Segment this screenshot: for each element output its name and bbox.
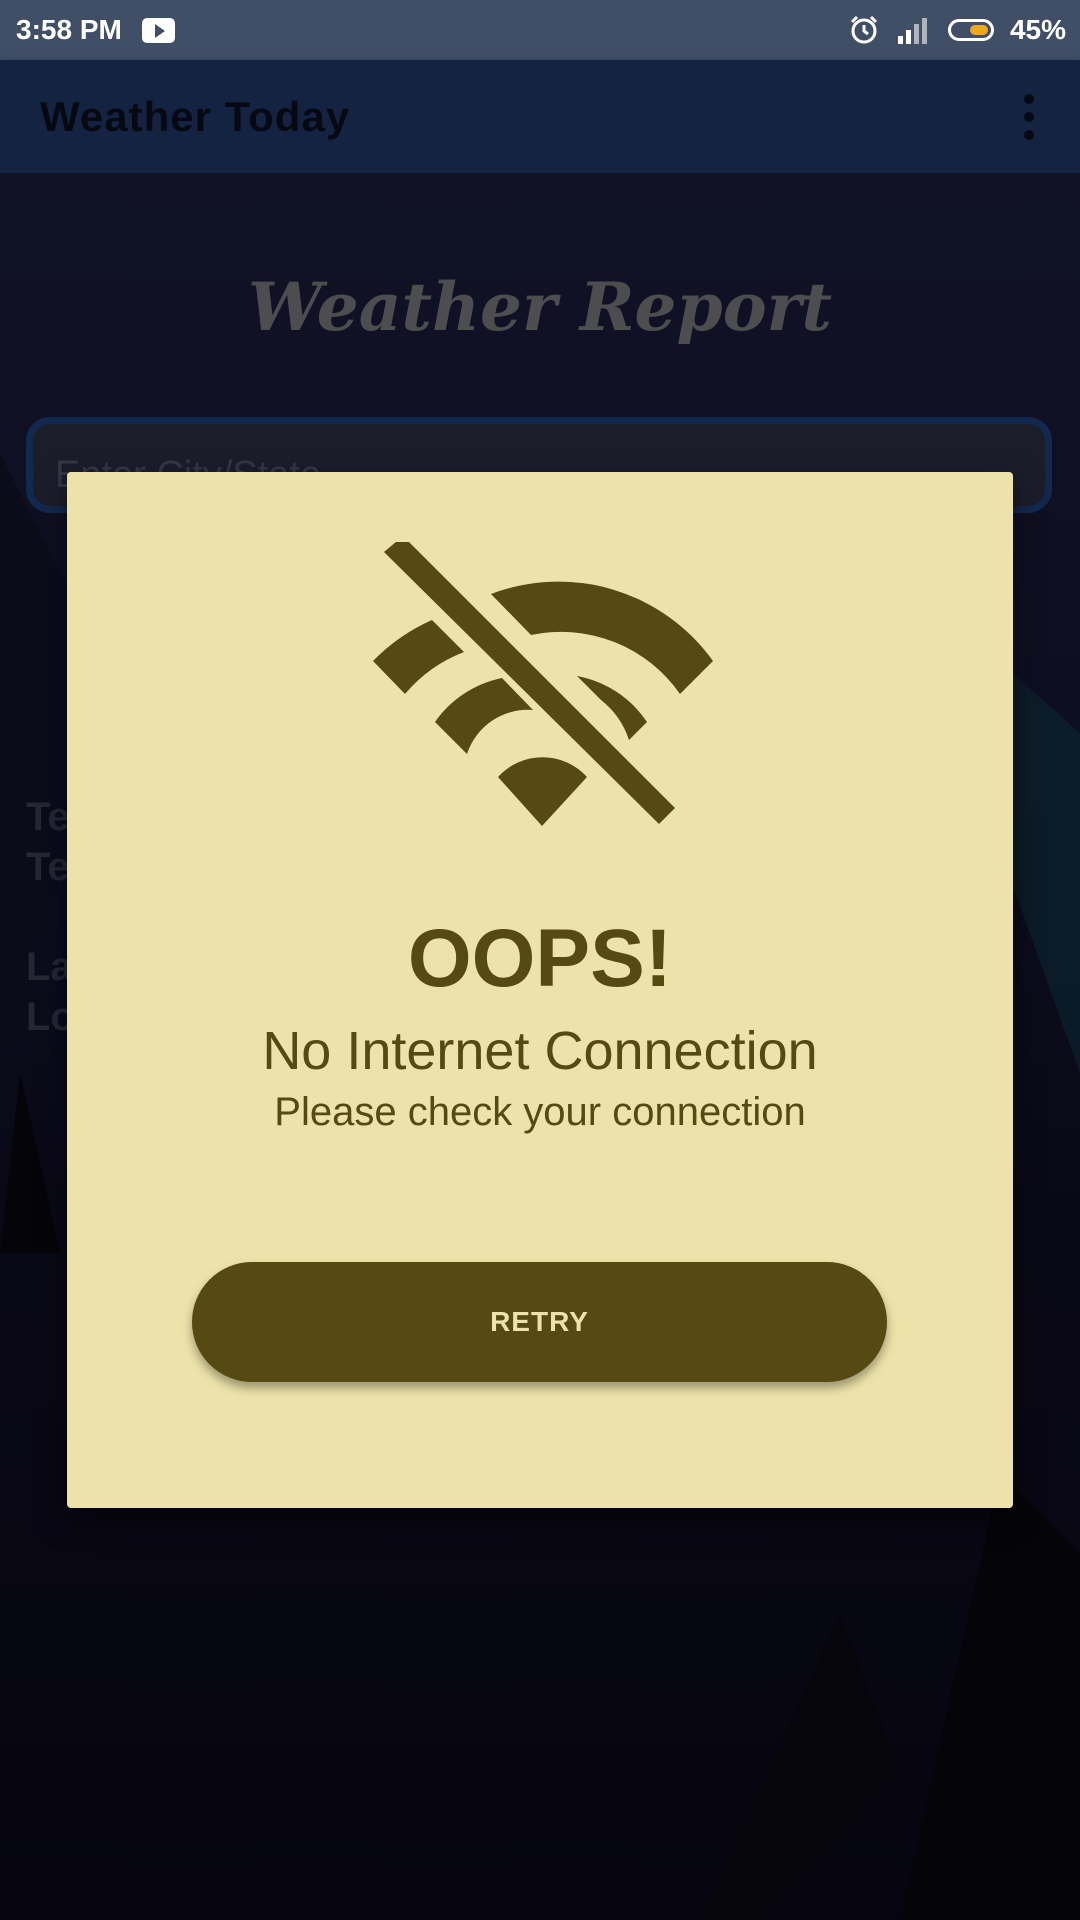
status-bar-left: 3:58 PM (16, 14, 175, 46)
error-submessage: Please check your connection (274, 1090, 806, 1134)
no-internet-dialog: OOPS! No Internet Connection Please chec… (67, 472, 1013, 1508)
error-message: No Internet Connection (262, 1021, 818, 1081)
signal-icon (897, 18, 927, 44)
retry-button[interactable]: RETRY (192, 1262, 887, 1382)
battery-percent: 45% (1009, 14, 1066, 45)
status-time: 3:58 PM (16, 14, 122, 45)
battery-icon (947, 19, 994, 41)
youtube-icon (141, 17, 175, 43)
status-bar: 3:58 PM 45% (0, 0, 1080, 60)
wifi-off-icon (373, 542, 713, 826)
oops-heading: OOPS! (407, 913, 673, 1004)
alarm-icon (850, 15, 878, 44)
status-bar-right: 45% (848, 14, 1066, 46)
